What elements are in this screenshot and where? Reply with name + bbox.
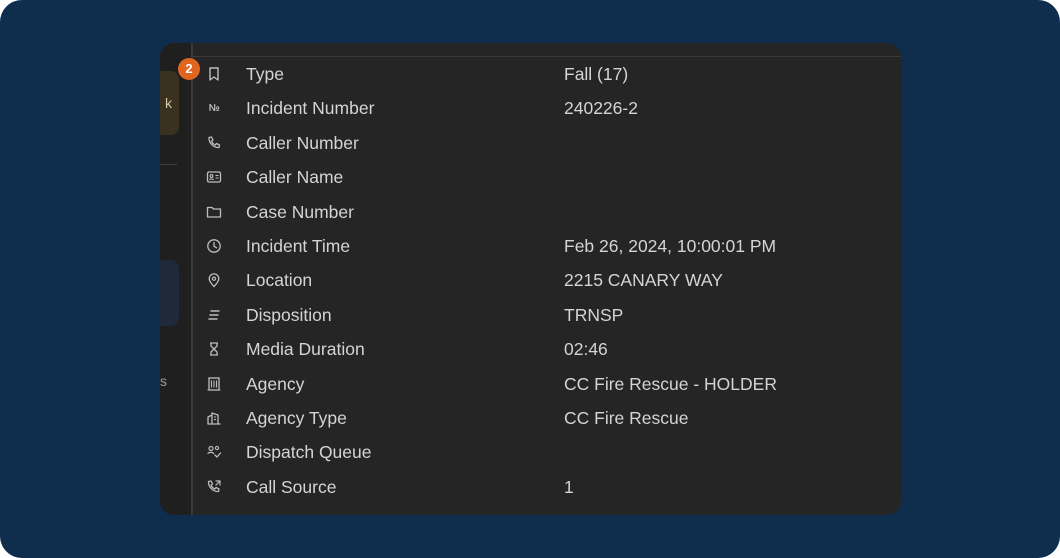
detail-row-agency-type: Agency Type CC Fire Rescue xyxy=(193,402,901,436)
detail-value: 02:46 xyxy=(564,339,608,360)
sidebar: k s xyxy=(160,43,191,515)
folder-icon xyxy=(205,203,223,221)
detail-row-disposition: Disposition TRNSP xyxy=(193,299,901,333)
detail-label: Type xyxy=(246,64,284,84)
detail-label: Disposition xyxy=(246,304,332,325)
detail-value: Fall (17) xyxy=(564,64,629,84)
lines-icon xyxy=(205,306,223,324)
clock-icon xyxy=(205,237,223,255)
detail-row-case-number: Case Number xyxy=(193,196,901,230)
detail-label: Call Source xyxy=(246,476,337,497)
detail-row-agency: Agency CC Fire Rescue - HOLDER xyxy=(193,368,901,402)
people-queue-icon xyxy=(205,443,223,461)
detail-label: Agency Type xyxy=(246,407,347,428)
detail-row-media-duration: Media Duration 02:46 xyxy=(193,333,901,367)
detail-row-incident-time: Incident Time Feb 26, 2024, 10:00:01 PM xyxy=(193,230,901,264)
detail-value: CC Fire Rescue - HOLDER xyxy=(564,373,777,394)
detail-label: Media Duration xyxy=(246,339,365,360)
details-list: Type Fall (17) № Incident Number 240226-… xyxy=(193,58,901,505)
location-pin-icon xyxy=(205,271,223,289)
bookmark-icon xyxy=(205,65,223,83)
detail-value: Feb 26, 2024, 10:00:01 PM xyxy=(564,235,777,256)
numero-icon: № xyxy=(208,102,220,114)
header-divider xyxy=(193,56,901,57)
sidebar-active-button[interactable]: k xyxy=(160,71,179,135)
sidebar-button-label: k xyxy=(165,95,172,111)
detail-label: Incident Number xyxy=(246,98,375,119)
detail-label: Case Number xyxy=(246,201,354,222)
detail-row-caller-number: Caller Number xyxy=(193,127,901,161)
building-icon xyxy=(205,375,223,393)
detail-label: Caller Number xyxy=(246,132,359,153)
detail-row-dispatch-queue: Dispatch Queue xyxy=(193,436,901,470)
contact-card-icon xyxy=(205,168,223,186)
sidebar-divider xyxy=(160,164,177,165)
notification-badge: 2 xyxy=(178,58,200,80)
phone-source-icon xyxy=(205,478,223,496)
detail-value: 2215 CANARY WAY xyxy=(564,270,723,291)
phone-icon xyxy=(205,134,223,152)
detail-label: Dispatch Queue xyxy=(246,442,372,463)
detail-label: Caller Name xyxy=(246,167,344,188)
hourglass-icon xyxy=(205,340,223,358)
detail-value: 1 xyxy=(564,476,574,497)
detail-value: CC Fire Rescue xyxy=(564,407,689,428)
detail-label: Location xyxy=(246,270,313,291)
building-type-icon xyxy=(205,409,223,427)
detail-row-location: Location 2215 CANARY WAY xyxy=(193,264,901,298)
sidebar-selected-item[interactable] xyxy=(160,260,179,326)
detail-label: Incident Time xyxy=(246,235,351,256)
detail-label: Agency xyxy=(246,373,305,394)
sidebar-item-label: s xyxy=(160,373,167,389)
detail-value: 240226-2 xyxy=(564,98,638,119)
detail-row-caller-name: Caller Name xyxy=(193,161,901,195)
detail-row-type: Type Fall (17) xyxy=(193,58,901,92)
detail-row-call-source: Call Source 1 xyxy=(193,471,901,505)
detail-row-incident-number: № Incident Number 240226-2 xyxy=(193,92,901,126)
detail-value: TRNSP xyxy=(564,304,624,325)
